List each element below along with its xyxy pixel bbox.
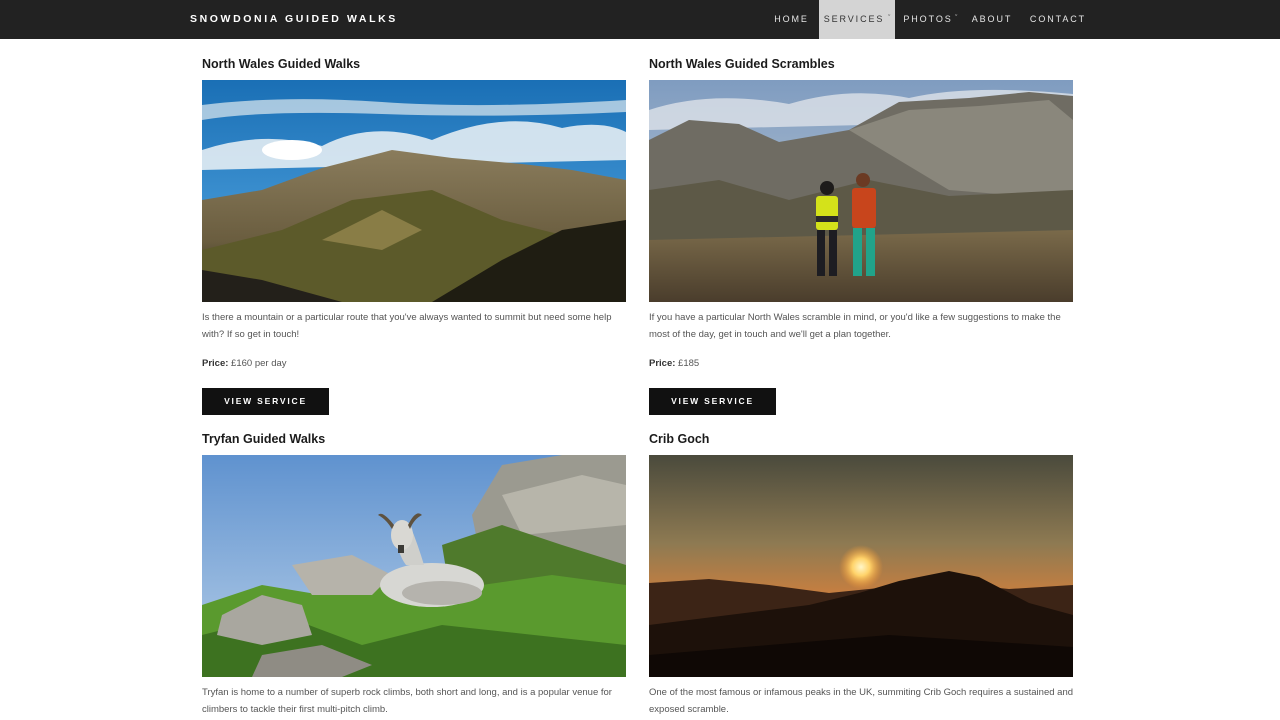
service-card: Tryfan Guided Walks Tryfan is home to a … xyxy=(202,432,626,720)
nav-about[interactable]: ABOUT xyxy=(967,0,1017,39)
nav-about-label: ABOUT xyxy=(971,14,1013,24)
service-description: If you have a particular North Wales scr… xyxy=(649,312,1061,340)
chevron-down-icon: ˇ xyxy=(888,15,893,22)
price-value: £160 per day xyxy=(228,358,287,369)
service-title[interactable]: North Wales Guided Walks xyxy=(202,57,360,71)
nav-home[interactable]: HOME xyxy=(768,0,815,39)
mountain-goat-photo[interactable] xyxy=(202,455,626,677)
price-value: £185 xyxy=(675,358,700,369)
top-navbar: SNOWDONIA GUIDED WALKS HOME SERVICES ˇ PH… xyxy=(0,0,1280,39)
service-description: One of the most famous or infamous peaks… xyxy=(649,687,1074,715)
mountain-ridge-photo[interactable] xyxy=(202,80,626,302)
nav-photos-label: PHOTOS xyxy=(903,14,953,24)
service-title[interactable]: North Wales Guided Scrambles xyxy=(649,57,835,71)
view-service-button[interactable]: VIEW SERVICE xyxy=(649,388,776,415)
service-title[interactable]: Crib Goch xyxy=(649,432,709,446)
price-label: Price: xyxy=(202,358,229,369)
price-label: Price: xyxy=(649,358,676,369)
sunset-peak-photo[interactable] xyxy=(649,455,1073,677)
service-card: North Wales Guided Walks Is there a moun… xyxy=(202,57,626,417)
two-hikers-photo[interactable] xyxy=(649,80,1073,302)
service-description: Is there a mountain or a particular rout… xyxy=(202,312,612,340)
service-card: North Wales Guided Scrambles If you have… xyxy=(649,57,1073,417)
chevron-down-icon: ˇ xyxy=(955,15,960,22)
service-description: Tryfan is home to a number of superb roc… xyxy=(202,687,612,715)
service-card: Crib Goch One of the most famous or infa… xyxy=(649,432,1073,720)
service-price: Price: £160 per day xyxy=(202,358,287,369)
service-price: Price: £185 xyxy=(649,358,699,369)
nav-contact[interactable]: CONTACT xyxy=(1027,0,1089,39)
nav-services-label: SERVICES xyxy=(823,14,885,24)
site-brand[interactable]: SNOWDONIA GUIDED WALKS xyxy=(190,13,398,25)
nav-photos[interactable]: PHOTOS ˇ xyxy=(899,0,963,39)
nav-contact-label: CONTACT xyxy=(1029,14,1087,24)
nav-home-label: HOME xyxy=(774,14,809,24)
nav-services[interactable]: SERVICES ˇ xyxy=(819,0,895,39)
service-title[interactable]: Tryfan Guided Walks xyxy=(202,432,325,446)
view-service-button[interactable]: VIEW SERVICE xyxy=(202,388,329,415)
